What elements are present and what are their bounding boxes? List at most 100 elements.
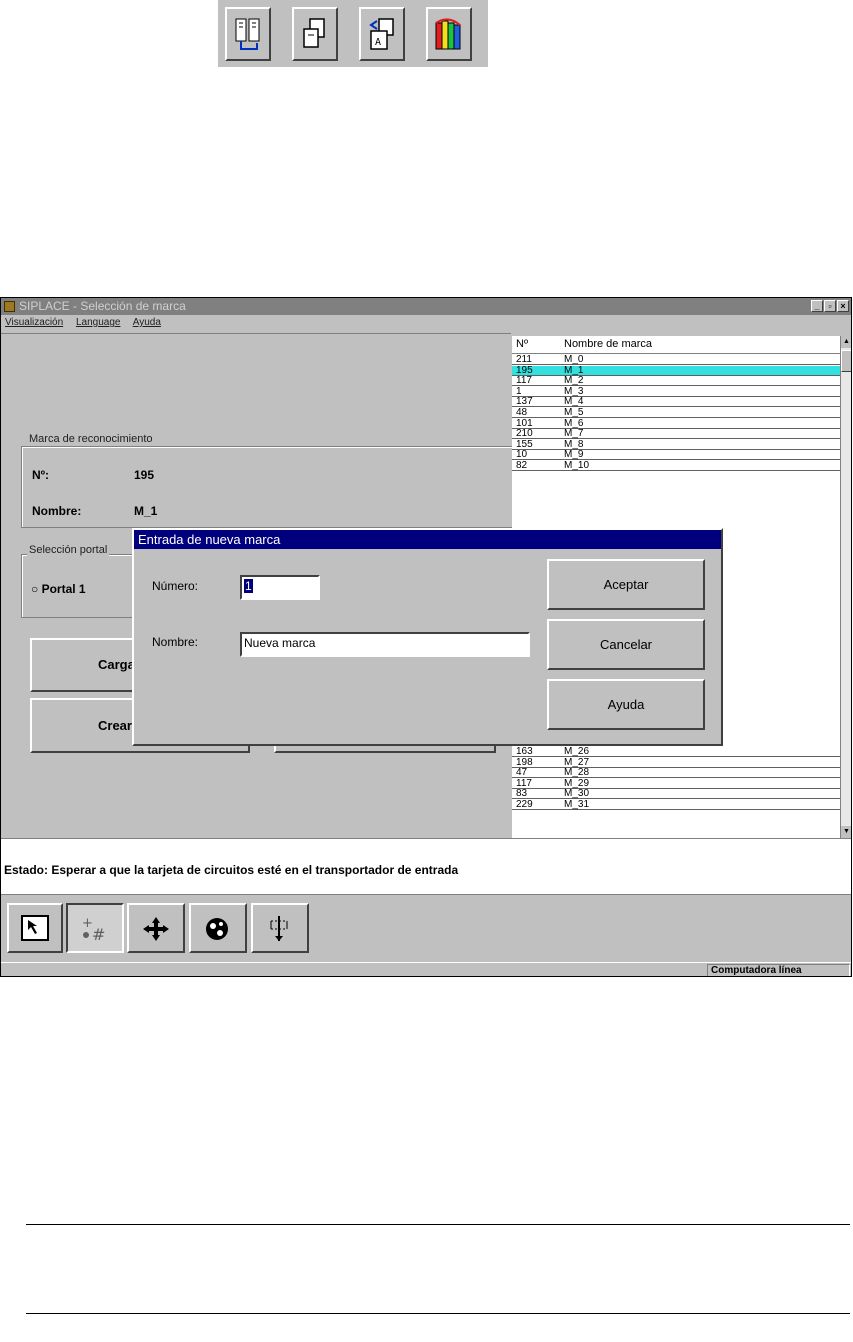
move-tool-button[interactable]	[127, 903, 185, 953]
list-item[interactable]: 163 M_26	[512, 747, 840, 757]
list-item-name: M_9	[564, 449, 584, 461]
list-item-num: 163	[516, 746, 533, 757]
app-window: SIPLACE - Selección de marca _ ▫ × Visua…	[0, 297, 852, 977]
page-rule-bottom	[26, 1313, 850, 1314]
list-item-name: M_5	[564, 407, 584, 418]
list-item[interactable]: 198 M_27	[512, 756, 840, 768]
scroll-down-icon[interactable]: ▼	[841, 826, 851, 838]
radio-icon: ○	[31, 582, 39, 596]
library-button[interactable]	[426, 7, 472, 61]
list-scrollbar[interactable]: ▲ ▼	[840, 336, 851, 838]
scroll-thumb[interactable]	[841, 350, 851, 372]
close-icon[interactable]: ×	[837, 300, 849, 312]
accept-label: Aceptar	[603, 577, 649, 592]
col-name-header[interactable]: Nombre de marca	[564, 338, 652, 350]
mark-group-title: Marca de reconocimiento	[27, 433, 155, 445]
transport-icon	[270, 916, 288, 941]
list-item[interactable]: 10 M_9	[512, 449, 840, 461]
list-item[interactable]: 1 M_3	[512, 386, 840, 397]
import-mark-icon: A	[369, 18, 394, 50]
accept-button[interactable]: Aceptar	[547, 559, 705, 610]
station-layout-icon	[235, 18, 260, 50]
list-item-name: M_26	[564, 746, 590, 757]
mark-num-label: Nº:	[32, 468, 50, 482]
status-text: Estado: Esperar a que la tarjeta de circ…	[4, 863, 459, 877]
svg-text:A: A	[375, 37, 381, 48]
portal1-radio[interactable]: ○ Portal 1	[31, 582, 86, 596]
name-input[interactable]: Nueva marca	[240, 632, 530, 657]
select-tool-button[interactable]	[7, 903, 63, 953]
list-item[interactable]: 83 M_30	[512, 788, 840, 800]
list-item-num: 83	[516, 788, 528, 800]
list-item[interactable]: 155 M_8	[512, 438, 840, 450]
list-item[interactable]: 117 M_2	[512, 375, 840, 387]
list-item-name: M_7	[564, 428, 584, 440]
list-item-name: M_8	[564, 438, 584, 450]
list-item-num: 10	[516, 449, 528, 461]
list-item-num: 198	[516, 756, 533, 768]
page-rule-top	[26, 1224, 850, 1225]
statusbar: Computadora línea	[1, 962, 851, 976]
scroll-up-icon[interactable]: ▲	[841, 336, 851, 348]
list-item[interactable]: 82 M_10	[512, 461, 840, 471]
list-item[interactable]: 211 M_0	[512, 355, 840, 365]
list-item-num: 210	[516, 428, 533, 440]
list-item-num: 82	[516, 460, 528, 471]
maximize-icon[interactable]: ▫	[824, 300, 836, 312]
list-item-name: M_30	[564, 788, 590, 800]
cancel-button[interactable]: Cancelar	[547, 619, 705, 670]
transport-tool-button[interactable]	[251, 903, 309, 953]
col-num-header[interactable]: Nº	[516, 338, 528, 350]
station-layout-button[interactable]	[225, 7, 271, 61]
mark-num-value: 195	[134, 468, 155, 482]
status-area: Estado: Esperar a que la tarjeta de circ…	[1, 838, 851, 894]
dialog-title[interactable]: Entrada de nueva marca	[134, 530, 721, 549]
app-icon	[4, 301, 15, 312]
list-item-name: M_6	[564, 417, 584, 429]
list-item[interactable]: 48 M_5	[512, 408, 840, 418]
move-cross-icon	[143, 917, 169, 941]
name-label: Nombre:	[152, 635, 199, 649]
top-toolbar: A	[218, 0, 488, 67]
new-mark-dialog: Entrada de nueva marca Número: 1 Nombre:…	[132, 528, 723, 746]
minimize-icon[interactable]: _	[811, 300, 823, 312]
number-input[interactable]: 1	[240, 575, 320, 600]
window-title: SIPLACE - Selección de marca	[19, 299, 186, 313]
list-item[interactable]: 101 M_6	[512, 417, 840, 429]
menu-language[interactable]: Language	[76, 317, 121, 328]
list-item[interactable]: 210 M_7	[512, 428, 840, 440]
svg-text:#: #	[92, 925, 105, 943]
list-item-num: 47	[516, 767, 528, 779]
list-item-name: M_2	[564, 375, 584, 387]
load-button-label: Carga	[98, 657, 135, 672]
grid-tool-button[interactable]: + #	[66, 903, 124, 953]
list-item[interactable]: 47 M_28	[512, 767, 840, 779]
list-item-num: 101	[516, 417, 533, 429]
list-item[interactable]: 137 M_4	[512, 397, 840, 408]
books-icon	[435, 18, 461, 50]
list-item-num: 155	[516, 438, 533, 450]
menubar: Visualización Language Ayuda	[1, 315, 851, 331]
list-item[interactable]: 117 M_29	[512, 778, 840, 789]
window-titlebar[interactable]: SIPLACE - Selección de marca _ ▫ ×	[1, 298, 851, 315]
list-item-num: 211	[516, 354, 532, 365]
copy-pages-button[interactable]	[292, 7, 338, 61]
list-item-name: M_1	[564, 364, 584, 376]
import-mark-button[interactable]: A	[359, 7, 405, 61]
list-item-num: 229	[516, 799, 533, 810]
content-separator	[1, 333, 511, 334]
list-item-name: M_0	[564, 354, 584, 365]
menu-visualizacion[interactable]: Visualización	[5, 317, 63, 328]
help-button[interactable]: Ayuda	[547, 679, 705, 730]
list-item-name: M_28	[564, 767, 590, 779]
menu-ayuda[interactable]: Ayuda	[133, 317, 161, 328]
portal1-label: Portal 1	[41, 582, 86, 596]
list-item-num: 117	[516, 375, 532, 387]
bottom-toolbar: + #	[1, 894, 851, 962]
pointer-icon	[21, 915, 49, 941]
list-item-name: M_27	[564, 756, 590, 768]
fiducial-tool-button[interactable]	[189, 903, 247, 953]
name-value: Nueva marca	[244, 636, 316, 650]
list-item[interactable]: 229 M_31	[512, 800, 840, 810]
list-item[interactable]: 195 M_1	[512, 364, 840, 376]
